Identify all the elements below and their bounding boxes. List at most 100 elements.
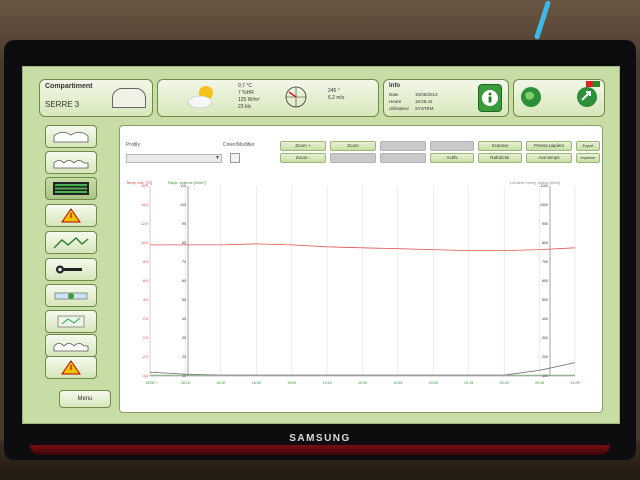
- left2-tick-label: 110: [180, 184, 186, 188]
- right-tick-label: 500: [542, 298, 548, 302]
- sidebar-greenhouse-button[interactable]: [45, 125, 97, 148]
- wind-speed-value: 6,2 m/s: [328, 95, 345, 101]
- wind-values: 245 ° 6,2 m/s: [328, 88, 344, 102]
- compartments-icon: [53, 160, 89, 169]
- x-tick-label: 19:30: [358, 381, 367, 385]
- sun-cloud-icon: [187, 86, 213, 109]
- x-tick-label: 20:45: [535, 381, 544, 385]
- x-tick-label: 19:15: [323, 381, 332, 385]
- sidebar-trend-button[interactable]: [45, 231, 97, 254]
- temperature-value: 9,7 °C: [238, 83, 252, 89]
- wrench-icon: [56, 265, 82, 274]
- scanner-button[interactable]: Scanner: [478, 141, 522, 151]
- right-axis-label: Lumière enreg. indice [klx/h]: [510, 180, 560, 185]
- info-row-user: Utilisateur SYSTEM: [389, 106, 434, 111]
- right-tick-label: 300: [542, 336, 548, 340]
- clipboard-button[interactable]: Presse papiers: [526, 141, 572, 151]
- monitor-bezel-accent: [30, 445, 610, 455]
- left-tick-label: 12,0: [141, 222, 148, 226]
- toolbar-button-row2-2[interactable]: [330, 153, 376, 163]
- left2-tick-label: 90: [182, 222, 186, 226]
- irrigation-icon: [54, 292, 88, 300]
- info-row-time: Heure 18:25:41: [389, 99, 433, 104]
- compartment-name: SERRE 3: [45, 100, 80, 109]
- right-tick-label: 800: [542, 241, 548, 245]
- x-tick-label: 18:30: [216, 381, 225, 385]
- refresh-button[interactable]: Rafraîchir: [478, 153, 522, 163]
- info-row-date: Date 15/05/2013: [389, 92, 438, 97]
- info-button[interactable]: [478, 84, 502, 112]
- sidebar-compartments-button[interactable]: [45, 151, 97, 174]
- toolbar-button-3[interactable]: [380, 141, 426, 151]
- x-tick-label: 20:15: [464, 381, 473, 385]
- x-tick-label: 18:45: [252, 381, 261, 385]
- zoom-in-button[interactable]: Zoom +: [280, 141, 326, 151]
- export-arrow-icon[interactable]: [576, 86, 598, 108]
- left-tick-label: -4,0: [142, 374, 148, 378]
- left-tick-label: 10,0: [141, 241, 148, 245]
- right-tick-label: 400: [542, 317, 548, 321]
- x-tick-label: 21:00: [571, 381, 580, 385]
- x-tick-label: 18:15: [181, 381, 190, 385]
- right-tick-label: 600: [542, 279, 548, 283]
- left-tick-label: -2,0: [142, 355, 148, 359]
- weather-panel[interactable]: 9,7 °C 7 %HR 125 W/m² 23 klx 245 ° 6,2 m…: [157, 79, 379, 117]
- print-button[interactable]: Imprimer: [576, 153, 600, 163]
- right-tick-label: 1100: [540, 184, 548, 188]
- sidebar-irrigation-button[interactable]: [45, 284, 97, 307]
- greenhouse-icon: [112, 88, 146, 108]
- zoom-out-button[interactable]: Zoom -: [280, 153, 326, 163]
- left2-tick-label: 30: [182, 336, 186, 340]
- lux-value: 23 klx: [238, 104, 252, 110]
- radiation-value: 125 W/m²: [238, 97, 260, 103]
- left2-tick-label: 40: [182, 317, 186, 321]
- sidebar-alarm-button[interactable]: [45, 204, 97, 227]
- globe-icon[interactable]: [520, 86, 542, 108]
- sidebar-settings-button[interactable]: [45, 258, 97, 281]
- chart-ticks: 18:00 18:15 18:30 18:45 19:00 19:15 19:30 19:45…: [141, 184, 580, 385]
- climate-icon: [57, 315, 85, 328]
- left2-tick-label: 70: [182, 260, 186, 264]
- left-tick-label: 16,0: [141, 184, 148, 188]
- x-tick-label: 20:30: [500, 381, 509, 385]
- chevron-down-icon: ▾: [215, 155, 219, 161]
- flag-icon[interactable]: [586, 81, 600, 87]
- right-tick-label: 200: [542, 355, 548, 359]
- export-archives-button[interactable]: Export archives: [576, 141, 600, 156]
- x-tick-label: 19:45: [393, 381, 402, 385]
- monitor-brand-logo: SAMSUNG: [289, 433, 351, 444]
- x-tick-label: 19:00: [287, 381, 296, 385]
- toolbar-button-4[interactable]: [430, 141, 474, 151]
- toolbar-button-row2-3[interactable]: [380, 153, 426, 163]
- left-tick-label: 8,0: [143, 260, 148, 264]
- active-button[interactable]: Actifs: [430, 153, 474, 163]
- weather-values: 9,7 °C 7 %HR 125 W/m² 23 klx: [238, 83, 260, 111]
- greenhouse-icon: [53, 131, 89, 143]
- sidebar-warning-button[interactable]: [45, 356, 97, 379]
- sidebar-graph-button[interactable]: [45, 177, 97, 200]
- create-modify-checkbox[interactable]: [230, 153, 240, 163]
- network-panel[interactable]: [513, 79, 605, 117]
- left-tick-label: 14,0: [141, 203, 148, 207]
- sidebar-climate-button[interactable]: [45, 310, 97, 333]
- compartment-panel[interactable]: Compartiment SERRE 3: [39, 79, 153, 117]
- right-tick-label: 1000: [540, 203, 548, 207]
- zoom-button[interactable]: Zoom: [330, 141, 376, 151]
- overview-icon: [53, 343, 89, 352]
- time-axis-button[interactable]: Axe temps: [526, 153, 572, 163]
- right-tick-label: 900: [542, 222, 548, 226]
- compartment-title: Compartiment: [45, 83, 93, 90]
- chart-grid: [149, 186, 576, 377]
- left2-tick-label: 60: [182, 279, 186, 283]
- profile-select[interactable]: ▾: [126, 154, 222, 163]
- right-tick-label: 700: [542, 260, 548, 264]
- left-axis-label: Temp. ext. [°C]: [126, 180, 152, 185]
- sidebar-overview-button[interactable]: [45, 334, 97, 357]
- app-screen: Compartiment SERRE 3 9,7 °C 7 %HR 125 W/…: [22, 66, 620, 424]
- left-tick-label: 6,0: [143, 279, 148, 283]
- left-tick-label: 4,0: [143, 298, 148, 302]
- left2-axis-label: Rayo. externe [W/m²]: [168, 180, 206, 185]
- menu-button[interactable]: Menu: [59, 390, 111, 408]
- graph-panel: Profiły ▾ Créer/Modifier Zoom + Zoom Sca…: [119, 125, 603, 413]
- trend-chart[interactable]: Temp. ext. [°C] Rayo. externe [W/m²] Lum…: [120, 172, 602, 408]
